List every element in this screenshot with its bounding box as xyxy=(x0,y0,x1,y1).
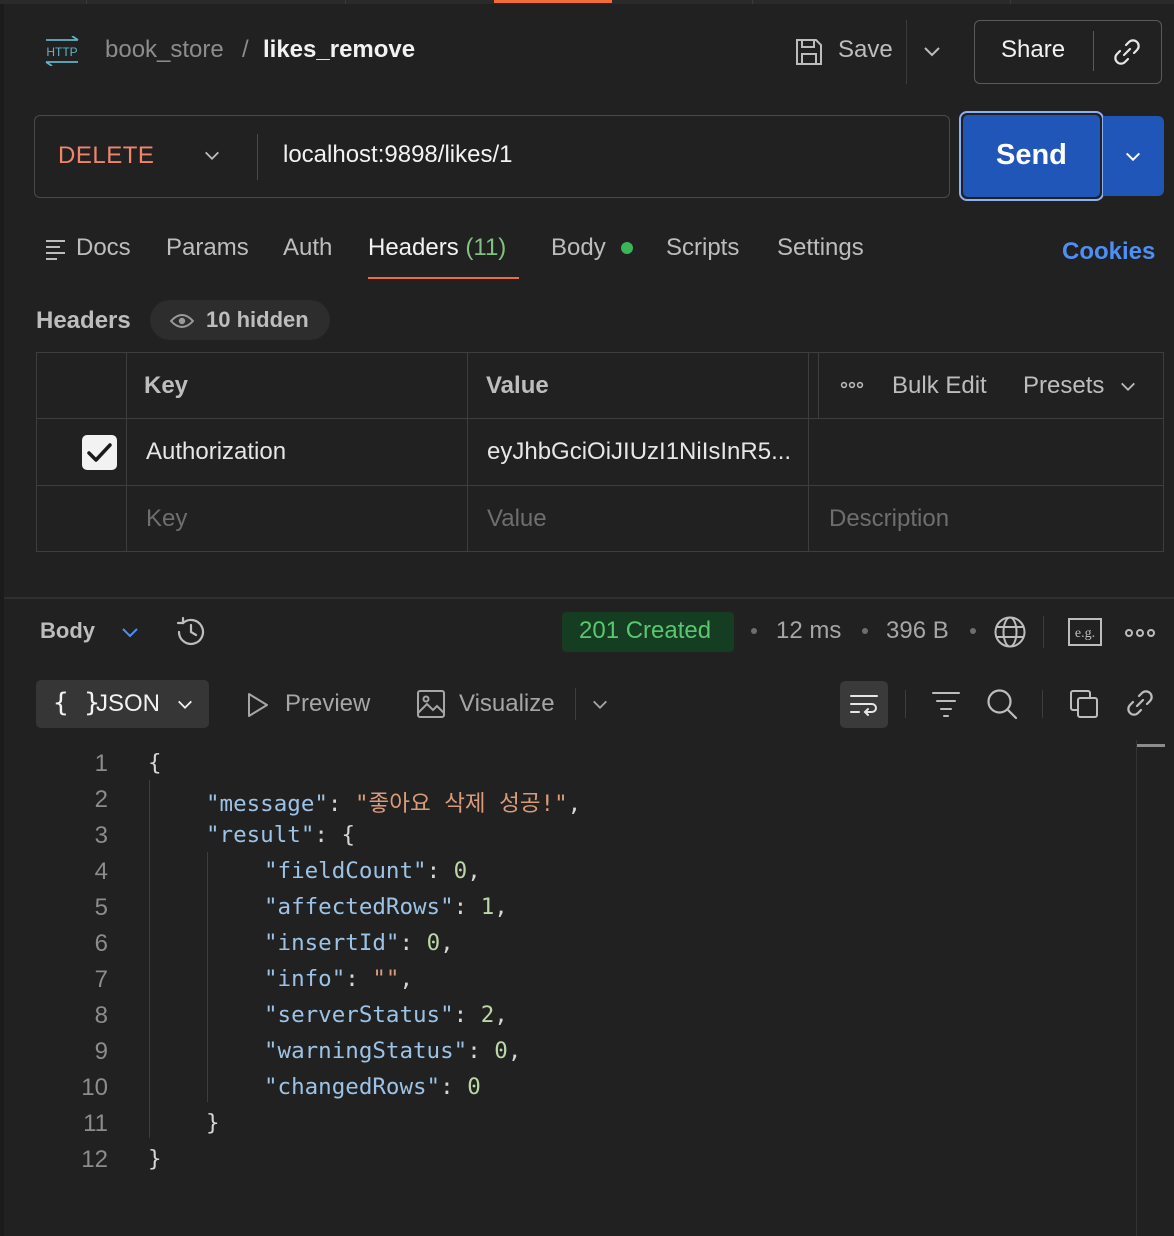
code-scrollbar-thumb[interactable] xyxy=(1137,744,1165,747)
code-line-4: "fieldCount": 0, xyxy=(264,858,481,884)
filter-icon[interactable] xyxy=(931,690,961,718)
chevron-down-icon[interactable] xyxy=(1124,148,1142,166)
code-line-1: { xyxy=(148,750,162,776)
chevron-down-icon[interactable] xyxy=(203,147,221,165)
indent-guide xyxy=(149,780,150,1138)
response-time[interactable]: 12 ms xyxy=(776,617,841,645)
line-number: 6 xyxy=(94,930,108,957)
tab-params[interactable]: Params xyxy=(166,234,249,262)
save-button[interactable]: Save xyxy=(838,36,893,64)
breadcrumb-separator: / xyxy=(242,36,249,63)
docs-icon xyxy=(45,238,67,260)
tab-settings[interactable]: Settings xyxy=(777,234,864,262)
send-button-label[interactable]: Send xyxy=(996,139,1067,172)
line-number: 8 xyxy=(94,1002,108,1029)
eye-icon[interactable] xyxy=(170,313,194,329)
save-example-icon[interactable]: e.g. xyxy=(1068,618,1102,646)
code-scrollbar[interactable] xyxy=(1136,740,1137,1236)
tab-body[interactable]: Body xyxy=(551,234,606,262)
active-tab-indicator xyxy=(494,0,612,3)
tab-headers-label: Headers xyxy=(368,234,459,261)
line-number: 7 xyxy=(94,966,108,993)
line-number: 12 xyxy=(81,1146,108,1173)
copy-icon[interactable] xyxy=(1069,689,1099,719)
visualize-button[interactable]: Visualize xyxy=(459,690,555,718)
code-line-2: "message": "좋아요 삭제 성공!", xyxy=(206,791,582,817)
image-icon[interactable] xyxy=(416,689,446,719)
chevron-down-icon[interactable] xyxy=(1119,378,1137,396)
body-modified-indicator xyxy=(621,242,633,254)
chevron-down-icon[interactable] xyxy=(922,42,942,62)
line-number: 9 xyxy=(94,1038,108,1065)
save-icon[interactable] xyxy=(794,37,824,67)
code-line-6: "insertId": 0, xyxy=(264,930,454,956)
code-line-5: "affectedRows": 1, xyxy=(264,894,508,920)
request-name[interactable]: likes_remove xyxy=(263,36,415,64)
column-header-value: Value xyxy=(486,372,549,399)
url-input[interactable]: localhost:9898/likes/1 xyxy=(283,141,512,169)
http-request-icon: HTTP xyxy=(44,36,80,66)
tab-scripts[interactable]: Scripts xyxy=(666,234,739,262)
window-edge xyxy=(0,0,4,1236)
column-header-key: Key xyxy=(144,372,189,399)
preview-button[interactable]: Preview xyxy=(285,690,370,718)
line-number: 3 xyxy=(94,822,108,849)
more-options-icon[interactable] xyxy=(840,381,864,389)
line-number: 4 xyxy=(94,858,108,885)
code-line-12: } xyxy=(148,1146,162,1172)
bulk-edit-button[interactable]: Bulk Edit xyxy=(892,372,987,400)
chevron-down-icon[interactable] xyxy=(120,623,140,643)
header-row-key[interactable]: Authorization xyxy=(146,438,286,466)
format-label[interactable]: JSON xyxy=(96,690,160,718)
svg-text:e.g.: e.g. xyxy=(1075,626,1095,641)
headers-count-badge: (11) xyxy=(465,234,507,261)
active-tab-underline xyxy=(368,277,519,279)
code-line-11: } xyxy=(206,1110,220,1136)
presets-dropdown[interactable]: Presets xyxy=(1023,372,1104,400)
globe-icon[interactable] xyxy=(993,615,1027,649)
more-options-icon[interactable] xyxy=(1125,628,1155,638)
search-icon[interactable] xyxy=(986,688,1018,720)
response-pane-divider[interactable] xyxy=(4,597,1174,599)
tab-docs[interactable]: Docs xyxy=(76,234,131,262)
copy-link-icon[interactable] xyxy=(1112,37,1142,67)
new-header-description-input[interactable]: Description xyxy=(829,505,949,533)
code-line-8: "serverStatus": 2, xyxy=(264,1002,508,1028)
indent-guide xyxy=(207,852,208,1102)
wrap-lines-icon[interactable] xyxy=(848,689,880,721)
header-row-value[interactable]: eyJhbGciOiJIUzI1NiIsInR5... xyxy=(487,438,791,466)
new-header-key-input[interactable]: Key xyxy=(146,505,187,533)
history-icon[interactable] xyxy=(174,615,208,649)
hidden-headers-label[interactable]: 10 hidden xyxy=(206,307,309,333)
method-select[interactable]: DELETE xyxy=(58,142,154,170)
line-number: 11 xyxy=(83,1110,108,1137)
response-body-dropdown[interactable]: Body xyxy=(40,618,95,644)
code-line-3: "result": { xyxy=(206,822,356,848)
tab-headers[interactable]: Headers (11) xyxy=(368,234,506,262)
code-line-7: "info": "", xyxy=(264,966,414,992)
chevron-down-icon[interactable] xyxy=(176,696,194,714)
line-number: 10 xyxy=(81,1074,108,1101)
link-icon[interactable] xyxy=(1125,688,1155,718)
tab-auth[interactable]: Auth xyxy=(283,234,332,262)
checkmark-icon xyxy=(87,443,112,462)
breadcrumb-collection[interactable]: book_store xyxy=(105,36,224,64)
play-icon[interactable] xyxy=(246,692,270,718)
code-line-10: "changedRows": 0 xyxy=(264,1074,481,1100)
response-size[interactable]: 396 B xyxy=(886,617,949,645)
braces-icon: { } xyxy=(53,688,100,718)
header-row-checkbox[interactable] xyxy=(82,435,117,470)
share-button-label[interactable]: Share xyxy=(1001,36,1065,64)
code-line-9: "warningStatus": 0, xyxy=(264,1038,522,1064)
line-number: 1 xyxy=(94,750,108,777)
new-header-value-input[interactable]: Value xyxy=(487,505,547,533)
line-number: 2 xyxy=(94,786,108,813)
cookies-link[interactable]: Cookies xyxy=(1062,238,1155,266)
status-code-label[interactable]: 201 Created xyxy=(579,617,711,645)
chevron-down-icon[interactable] xyxy=(591,696,609,714)
svg-text:HTTP: HTTP xyxy=(46,45,77,59)
headers-section-title: Headers xyxy=(36,307,131,334)
line-number: 5 xyxy=(94,894,108,921)
